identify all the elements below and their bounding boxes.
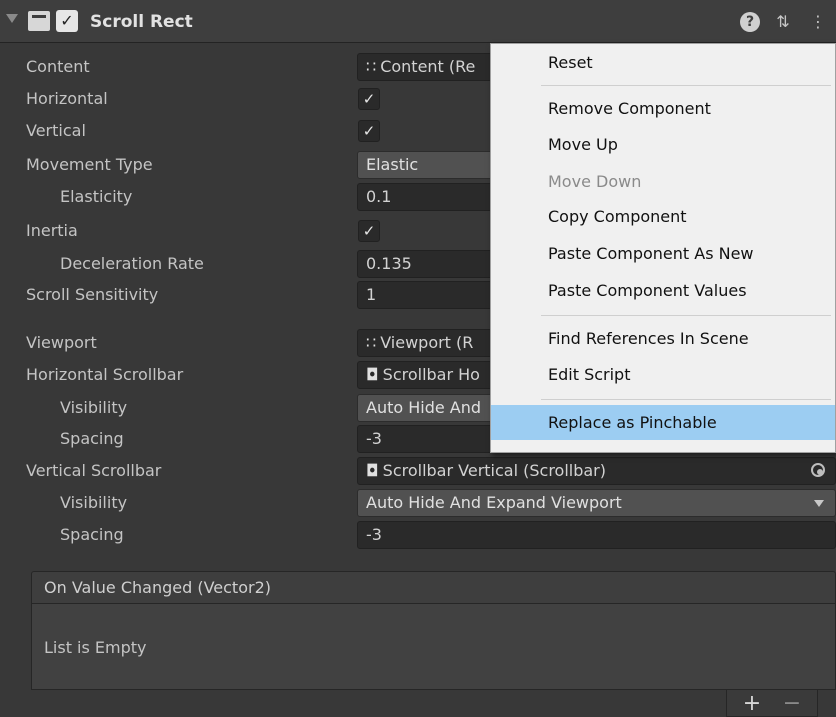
horizontal-spacing-label: Spacing — [60, 429, 124, 448]
foldout-arrow-icon[interactable] — [6, 14, 18, 23]
context-menu-icon[interactable]: ⋮ — [808, 10, 828, 34]
menu-item-find-references[interactable]: Find References In Scene — [491, 322, 835, 356]
component-title: Scroll Rect — [90, 12, 193, 32]
menu-item-remove-component[interactable]: Remove Component — [491, 92, 835, 126]
component-header[interactable]: ✓ Scroll Rect ? ⇅ ⋮ — [0, 0, 836, 43]
horizontal-checkbox[interactable]: ✓ — [358, 88, 380, 110]
menu-separator — [541, 399, 831, 400]
list-empty-text: List is Empty — [44, 638, 147, 657]
vertical-visibility-label: Visibility — [60, 493, 128, 512]
inertia-label: Inertia — [26, 221, 78, 240]
menu-separator — [541, 315, 831, 316]
rect-transform-icon: ∷ — [366, 333, 377, 352]
rect-transform-icon: ∷ — [366, 57, 377, 76]
viewport-label: Viewport — [26, 333, 97, 352]
vertical-visibility-value: Auto Hide And Expand Viewport — [366, 493, 622, 512]
vertical-scrollbar-field[interactable]: ◘ Scrollbar Vertical (Scrollbar) — [357, 457, 836, 485]
movement-type-label: Movement Type — [26, 155, 153, 174]
horizontal-visibility-value: Auto Hide And — [366, 398, 482, 417]
menu-item-paste-component-values[interactable]: Paste Component Values — [491, 274, 835, 308]
vertical-scrollbar-value: Scrollbar Vertical (Scrollbar) — [382, 461, 606, 480]
horizontal-scrollbar-label: Horizontal Scrollbar — [26, 365, 184, 384]
remove-event-button[interactable]: − — [777, 690, 807, 717]
menu-item-copy-component[interactable]: Copy Component — [491, 200, 835, 234]
content-value: Content (Re — [380, 57, 476, 76]
menu-item-replace-as-pinchable[interactable]: Replace as Pinchable — [491, 405, 835, 440]
vertical-visibility-dropdown[interactable]: Auto Hide And Expand Viewport — [357, 489, 836, 517]
on-value-changed-header: On Value Changed (Vector2) — [31, 571, 836, 604]
menu-separator — [541, 85, 831, 86]
event-list-body: List is Empty — [31, 603, 836, 690]
horizontal-label: Horizontal — [26, 89, 108, 108]
content-label: Content — [26, 57, 90, 76]
movement-type-value: Elastic — [366, 155, 419, 174]
inertia-checkbox[interactable]: ✓ — [358, 220, 380, 242]
presets-icon[interactable]: ⇅ — [772, 10, 794, 34]
vertical-scrollbar-label: Vertical Scrollbar — [26, 461, 162, 480]
vertical-spacing-label: Spacing — [60, 525, 124, 544]
deceleration-rate-label: Deceleration Rate — [60, 254, 204, 273]
menu-item-paste-component-as-new[interactable]: Paste Component As New — [491, 237, 835, 271]
vertical-spacing-input[interactable]: -3 — [357, 521, 836, 549]
help-icon[interactable]: ? — [740, 12, 760, 32]
component-enabled-checkbox[interactable]: ✓ — [56, 10, 78, 32]
chevron-down-icon — [814, 500, 824, 507]
inspector-panel: ✓ Scroll Rect ? ⇅ ⋮ Content ∷ Content (Re… — [0, 0, 836, 717]
menu-item-edit-script[interactable]: Edit Script — [491, 358, 835, 392]
scrollbar-icon: ◘ — [366, 365, 379, 384]
viewport-value: Viewport (R — [380, 333, 474, 352]
vertical-label: Vertical — [26, 121, 86, 140]
menu-item-move-down: Move Down — [548, 172, 642, 191]
component-icon — [28, 11, 50, 31]
horizontal-scrollbar-value: Scrollbar Ho — [382, 365, 480, 384]
menu-item-reset[interactable]: Reset — [491, 46, 835, 80]
menu-item-move-up[interactable]: Move Up — [491, 128, 835, 162]
component-context-menu: Reset Remove Component Move Up Move Down… — [490, 43, 836, 453]
vertical-checkbox[interactable]: ✓ — [358, 120, 380, 142]
horizontal-visibility-label: Visibility — [60, 398, 128, 417]
event-list-footer: + − — [726, 690, 818, 717]
scrollbar-icon: ◘ — [366, 461, 379, 480]
add-event-button[interactable]: + — [737, 690, 767, 717]
elasticity-label: Elasticity — [60, 187, 133, 206]
object-picker-icon[interactable] — [811, 463, 825, 477]
scroll-sensitivity-label: Scroll Sensitivity — [26, 285, 159, 304]
